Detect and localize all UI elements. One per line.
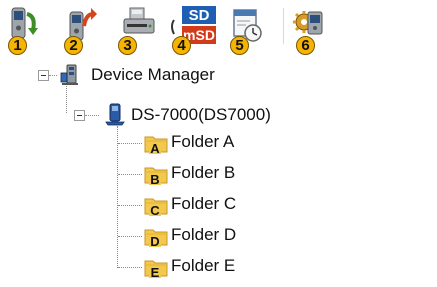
folder-e-label: Folder E [171, 256, 236, 275]
folder-a-item[interactable]: A Folder A [143, 131, 343, 155]
toolbar-button-4[interactable]: SD mSD 4 [168, 2, 218, 55]
folder-c-item[interactable]: C Folder C [143, 193, 343, 217]
badge-1: 1 [8, 36, 27, 55]
root-collapse-toggle[interactable] [38, 70, 49, 81]
toolbar-button-2[interactable]: 2 [60, 2, 98, 55]
toolbar-separator [283, 8, 284, 44]
tree-connector [118, 143, 142, 144]
root-node-label[interactable]: Device Manager [91, 65, 215, 85]
folder-a-label: Folder A [171, 132, 235, 151]
badge-3: 3 [118, 36, 137, 55]
folder-b-label: Folder B [171, 163, 236, 182]
badge-2: 2 [64, 36, 83, 55]
folder-c-label: Folder C [171, 194, 237, 213]
folder-b-item[interactable]: B Folder B [143, 162, 343, 186]
folder-letter-c: C [150, 203, 160, 217]
tree-connector [118, 267, 142, 268]
folder-icon: C [144, 198, 168, 217]
sd-label: SD [189, 7, 210, 24]
folder-icon: B [144, 167, 168, 186]
toolbar-button-5[interactable]: 5 [226, 2, 264, 55]
folder-icon: D [144, 229, 168, 248]
folder-letter-e: E [151, 265, 160, 279]
device-node-label[interactable]: DS-7000(DS7000) [131, 105, 271, 125]
folder-icon: E [144, 260, 168, 279]
tree-connector [49, 75, 57, 76]
toolbar-button-1[interactable]: 1 [2, 2, 40, 55]
tree-connector [85, 115, 99, 116]
tree-connector [118, 174, 142, 175]
folder-letter-a: A [150, 141, 160, 155]
folder-icon: A [144, 136, 168, 155]
tree-connector [118, 236, 142, 237]
device-manager-icon [60, 64, 78, 85]
device-tree: Device Manager DS-7000(DS7000) A Folder … [0, 58, 437, 287]
folder-letter-d: D [150, 234, 159, 248]
badge-5: 5 [230, 36, 249, 55]
tree-connector [118, 205, 142, 206]
recorder-device-icon [105, 103, 125, 126]
folder-e-item[interactable]: E Folder E [143, 255, 343, 279]
toolbar: 1 2 3 SD mSD 4 5 6 [0, 0, 437, 58]
tree-connector [66, 86, 67, 113]
toolbar-button-3[interactable]: 3 [116, 2, 155, 55]
device-collapse-toggle[interactable] [74, 110, 85, 121]
badge-6: 6 [296, 36, 315, 55]
tree-connector [117, 126, 118, 268]
badge-4: 4 [172, 36, 191, 55]
folder-d-item[interactable]: D Folder D [143, 224, 343, 248]
toolbar-button-6[interactable]: 6 [290, 2, 328, 55]
folder-letter-b: B [150, 172, 159, 186]
folder-d-label: Folder D [171, 225, 237, 244]
